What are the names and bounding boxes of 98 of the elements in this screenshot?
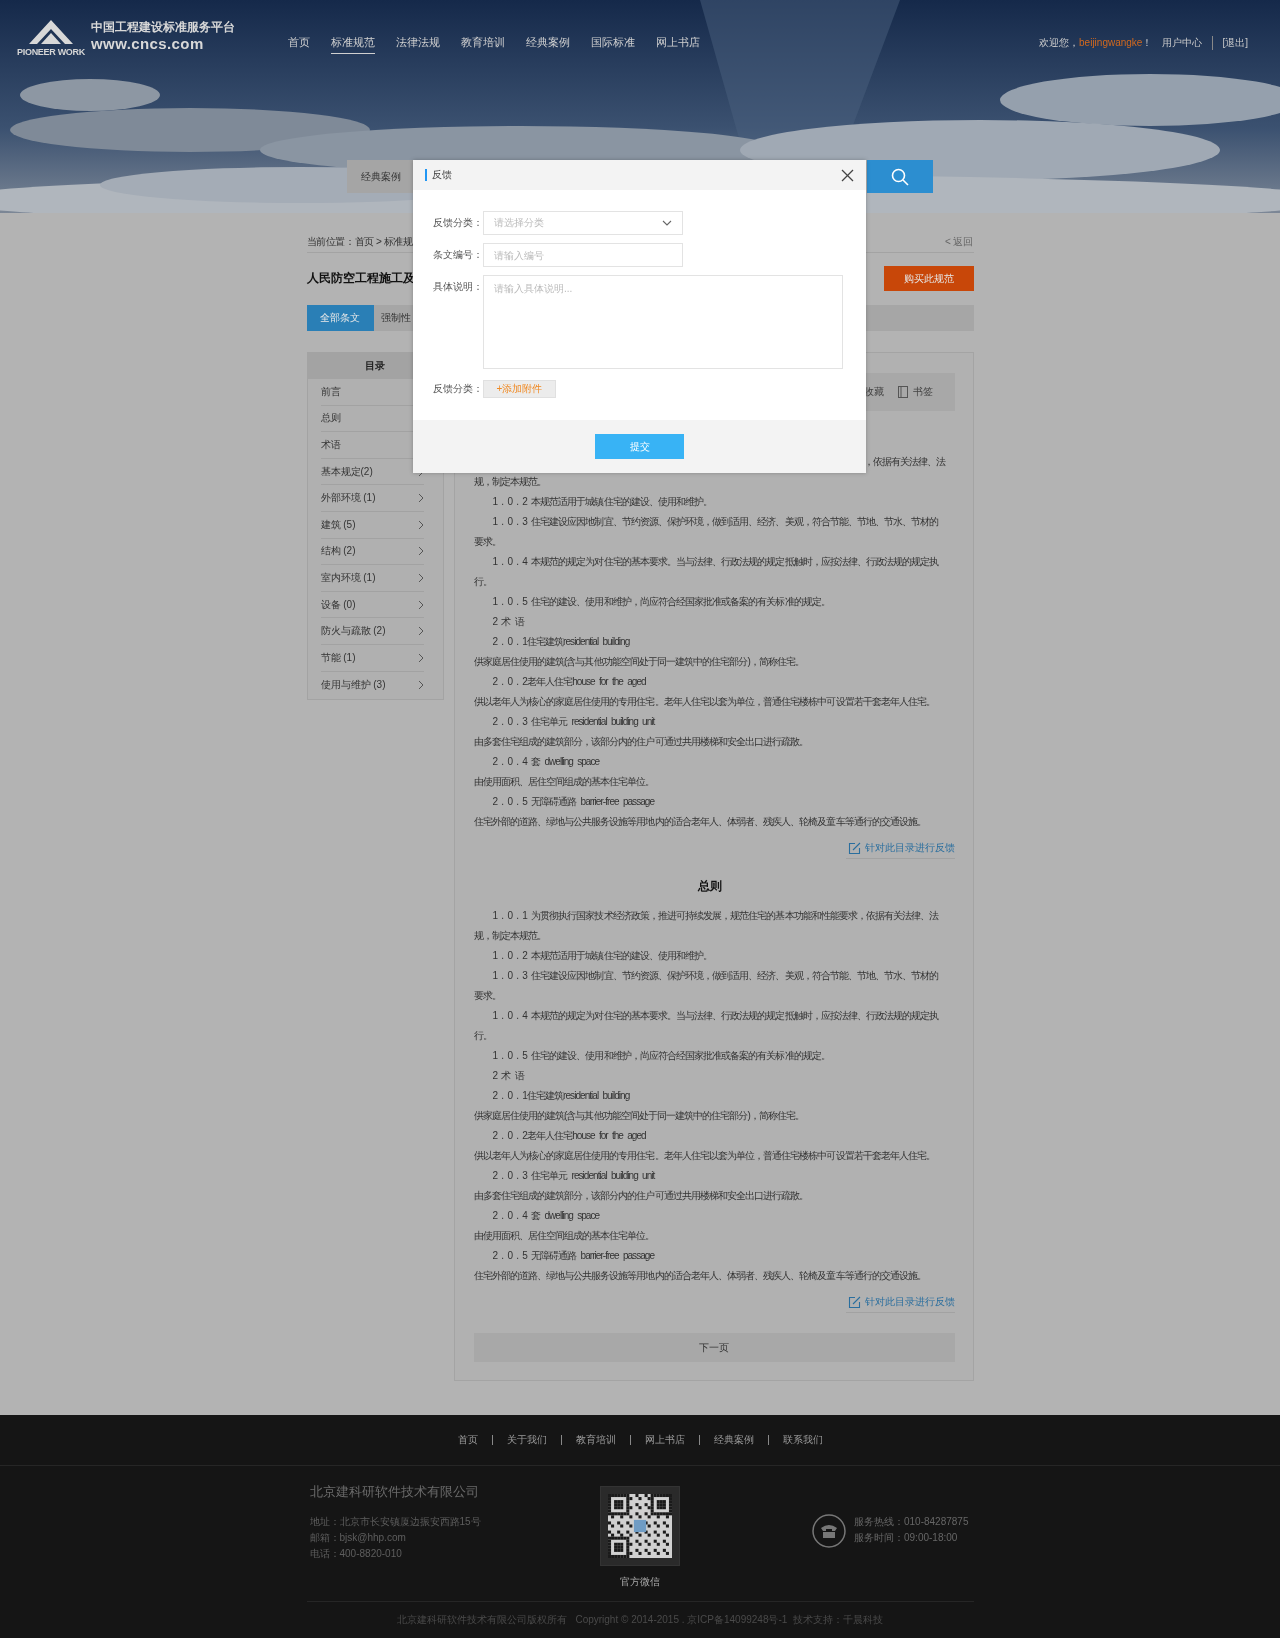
paragraph: 2 . 0 . 1住宅建筑residential building: [491, 1089, 631, 1103]
chevron-right-icon: [417, 493, 424, 504]
sidebar-item[interactable]: 设备 (0): [320, 591, 424, 619]
service-line: 服务热线：010-84287875: [854, 1515, 969, 1529]
paragraph: 1 . 0 . 5 住宅的建设、使用和维护，尚应符合经国家批准或备案的有关标准的规定。: [491, 595, 831, 609]
footer-link[interactable]: 教育培训: [560, 1435, 630, 1445]
search-icon: [891, 167, 909, 186]
company-name: 北京建科研软件技术有限公司: [309, 1483, 480, 1501]
toolbar-button[interactable]: 书签: [897, 385, 933, 399]
paragraph: 1 . 0 . 4 本规范的规定为对住宅的基本要求。当与法律、行政法规的规定抵触时，应按法律、行政法规的规定执行。: [473, 1009, 940, 1043]
paragraph: 1 . 0 . 4 本规范的规定为对住宅的基本要求。当与法律、行政法规的规定抵触时，应按法律、行政法规的规定执行。: [473, 555, 940, 589]
paragraph: 供以老年人为核心的家庭居住使用的专用住宅。老年人住宅以套为单位，普通住宅楼栋中可设置若干套老年人住宅。: [473, 695, 937, 709]
field-label: 具体说明：: [433, 280, 483, 294]
input-field[interactable]: 请输入编号: [483, 243, 683, 267]
contact-line: 电话：400-8820-010: [309, 1547, 403, 1561]
book-icon: [897, 386, 908, 398]
sidebar-item[interactable]: 节能 (1): [320, 644, 424, 672]
paragraph: 2 术 语: [491, 1069, 526, 1083]
paragraph: 供以老年人为核心的家庭居住使用的专用住宅。老年人住宅以套为单位，普通住宅楼栋中可设置若干套老年人住宅。: [473, 1149, 937, 1163]
field-label: 条文编号：: [433, 248, 483, 262]
breadcrumb: 当前位置：首页 > 标准规: [306, 235, 413, 249]
sidebar-item[interactable]: 建筑 (5): [320, 511, 424, 539]
paragraph: 供家庭居住使用的建筑(含与其他功能空间处于同一建筑中的住宅部分)，简称住宅。: [473, 1109, 806, 1123]
paragraph: 2 . 0 . 3 住宅单元 residential building unit: [491, 1169, 656, 1183]
chevron-right-icon: [417, 599, 424, 610]
site-title: 中国工程建设标准服务平台: [91, 20, 235, 35]
qr-code: [608, 1494, 672, 1558]
paragraph: ，依据有关法律、法: [863, 455, 946, 469]
paragraph: 2 术 语: [491, 615, 526, 629]
user-link[interactable]: [退出]: [1212, 35, 1248, 50]
sidebar-item[interactable]: 使用与维护 (3): [320, 671, 424, 699]
field-label: 反馈分类：: [433, 382, 483, 396]
phone-icon: [812, 1514, 846, 1548]
paragraph: 1 . 0 . 3 住宅建设应因地制宜、节约资源、保护环境，做到适用、经济、美观，符合节能、节地、节水、节材的要求。: [473, 515, 940, 549]
qr-caption: 官方微信: [620, 1575, 660, 1589]
paragraph: 1 . 0 . 5 住宅的建设、使用和维护，尚应符合经国家批准或备案的有关标准的规定。: [491, 1049, 831, 1063]
service-line: 服务时间：09:00-18:00: [854, 1531, 959, 1545]
section-heading: 总则: [696, 878, 723, 895]
contact-line: 邮箱：bjsk@hhp.com: [309, 1531, 407, 1545]
paragraph: 规，制定本规范。: [473, 475, 547, 489]
close-icon[interactable]: [841, 168, 854, 182]
paragraph: 供家庭居住使用的建筑(含与其他功能空间处于同一建筑中的住宅部分)，简称住宅。: [473, 655, 806, 669]
welcome-text: 欢迎您，beijingwangke！: [1039, 35, 1153, 50]
chevron-right-icon: [417, 679, 424, 690]
brand-name: PIONEER WORK: [17, 47, 85, 57]
tab[interactable]: 全部条文: [306, 305, 374, 331]
nav-link[interactable]: 国际标准: [591, 31, 635, 54]
paragraph: 2 . 0 . 4 套 dwelling space: [491, 1209, 601, 1223]
paragraph: 由使用面积、居住空间组成的基本住宅单位。: [473, 775, 656, 789]
chevron-right-icon: [417, 546, 424, 557]
chevron-right-icon: [417, 572, 424, 583]
chevron-down-icon: [662, 220, 672, 226]
paragraph: 1 . 0 . 2 本规范适用于城镇住宅的建设、使用和维护。: [491, 495, 714, 509]
footer-link[interactable]: 联系我们: [767, 1435, 837, 1445]
nav-link[interactable]: 网上书店: [656, 31, 700, 54]
nav-link[interactable]: 标准规范: [331, 31, 375, 54]
edit-icon: [847, 1295, 861, 1309]
search-category[interactable]: 经典案例: [347, 160, 414, 193]
footer-link[interactable]: 关于我们: [491, 1435, 561, 1445]
paragraph: 住宅外部的道路、绿地与公共服务设施等用地内的适合老年人、体弱者、残疾人、轮椅及童车等通行的交通设施。: [473, 1269, 927, 1283]
footer-link[interactable]: 首页: [443, 1435, 492, 1445]
paragraph: 由多套住宅组成的建筑部分，该部分内的住户可通过共用楼梯和安全出口进行疏散。: [473, 1189, 810, 1203]
paragraph: 由使用面积、居住空间组成的基本住宅单位。: [473, 1229, 656, 1243]
paragraph: 2 . 0 . 2老年人住宅house for the aged: [491, 675, 647, 689]
footer-link[interactable]: 经典案例: [698, 1435, 768, 1445]
paragraph: 1 . 0 . 3 住宅建设应因地制宜、节约资源、保护环境，做到适用、经济、美观，符合节能、节地、节水、节材的要求。: [473, 969, 940, 1003]
paragraph: 2 . 0 . 5 无障碍通路 barrier-free passage: [491, 795, 656, 809]
edit-icon: [847, 841, 861, 855]
sidebar-item[interactable]: 结构 (2): [320, 538, 424, 566]
nav-link[interactable]: 首页: [288, 31, 310, 54]
nav-link[interactable]: 教育培训: [461, 31, 505, 54]
paragraph: 1 . 0 . 1 为贯彻执行国家技术经济政策，推进可持续发展，规范住宅的基本功能和性能要求，依据有关法律、法规，制定本规范。: [473, 909, 940, 943]
sidebar-item[interactable]: 外部环境 (1): [320, 485, 424, 512]
chevron-right-icon: [417, 652, 424, 663]
buy-button[interactable]: 购买此规范: [883, 266, 974, 291]
search-button[interactable]: [867, 160, 933, 193]
user-link[interactable]: 用户中心: [1162, 35, 1203, 50]
standard-title: 人民防空工程施工及: [306, 270, 415, 287]
chevron-right-icon: [417, 519, 424, 530]
field-label: 反馈分类：: [433, 216, 483, 230]
paragraph: 2 . 0 . 1住宅建筑residential building: [491, 635, 631, 649]
mountain-logo-icon: [29, 20, 73, 44]
paragraph: 2 . 0 . 5 无障碍通路 barrier-free passage: [491, 1249, 656, 1263]
sidebar-item[interactable]: 室内环境 (1): [320, 565, 424, 592]
nav-link[interactable]: 法律法规: [396, 31, 440, 54]
paragraph: 1 . 0 . 2 本规范适用于城镇住宅的建设、使用和维护。: [491, 949, 714, 963]
paragraph: 2 . 0 . 4 套 dwelling space: [491, 755, 601, 769]
paragraph: 2 . 0 . 3 住宅单元 residential building unit: [491, 715, 656, 729]
paragraph: 由多套住宅组成的建筑部分，该部分内的住户可通过共用楼梯和安全出口进行疏散。: [473, 735, 810, 749]
dialog-title: 反馈: [425, 169, 452, 181]
paragraph: 2 . 0 . 2老年人住宅house for the aged: [491, 1129, 647, 1143]
site-url: www.cncs.com: [91, 35, 205, 52]
paragraph: 住宅外部的道路、绿地与公共服务设施等用地内的适合老年人、体弱者、残疾人、轮椅及童车等通行的交通设施。: [473, 815, 927, 829]
sidebar-item[interactable]: 防火与疏散 (2): [320, 618, 424, 645]
nav-link[interactable]: 经典案例: [526, 31, 570, 54]
footer-link[interactable]: 网上书店: [629, 1435, 699, 1445]
chevron-right-icon: [417, 626, 424, 637]
next-page-button[interactable]: 下一页: [473, 1333, 955, 1362]
